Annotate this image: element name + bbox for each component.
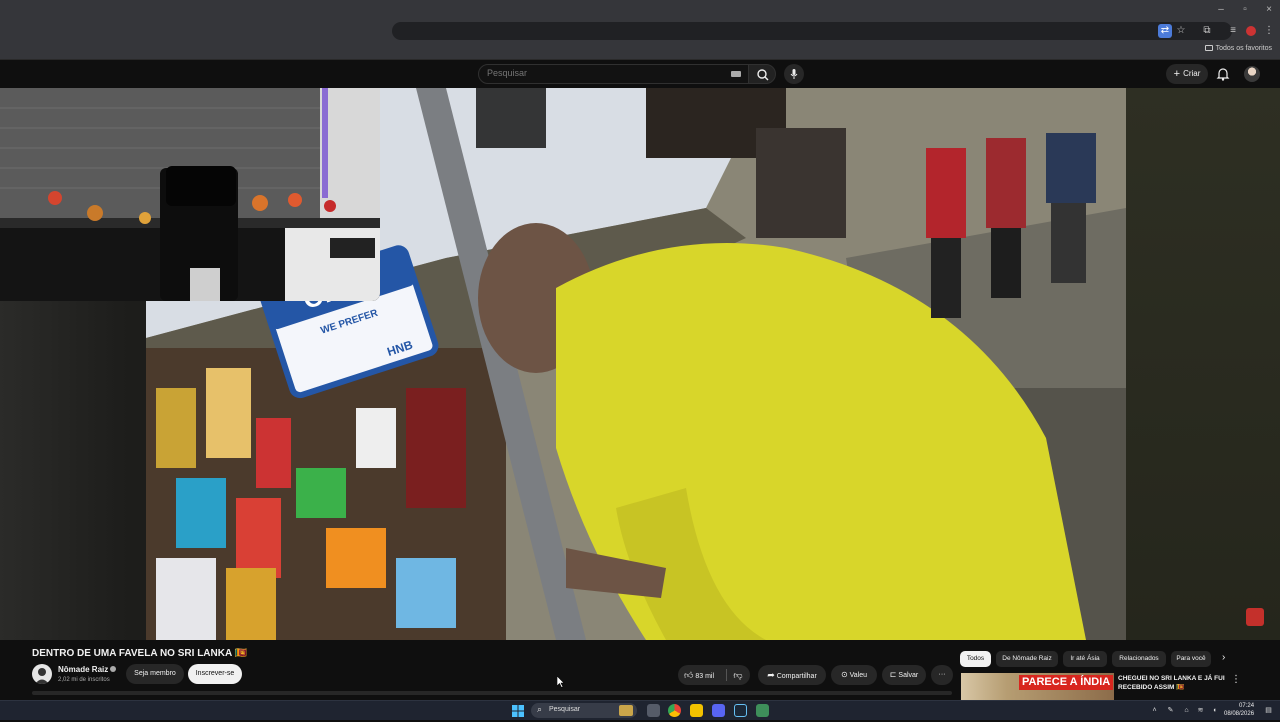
- related-video-thumbnail[interactable]: PARECE A ÍNDIA: [961, 673, 1114, 700]
- super-thanks-icon: ⊙: [840, 670, 848, 679]
- youtube-header: + Criar: [0, 60, 1280, 88]
- notification-center-icon[interactable]: ▤: [1264, 706, 1273, 715]
- webcam-scene: [0, 88, 380, 301]
- more-horizontal-icon: ···: [938, 671, 946, 678]
- all-bookmarks-link[interactable]: Todos os favoritos: [1204, 45, 1272, 52]
- taskbar-search[interactable]: ⌕ Pesquisar: [531, 703, 637, 718]
- discord-icon[interactable]: [712, 704, 725, 717]
- pen-icon[interactable]: ✎: [1166, 706, 1175, 715]
- youtube-watermark-icon: [1246, 608, 1264, 626]
- search-button[interactable]: [748, 64, 776, 84]
- extensions-icon[interactable]: ⧉: [1200, 24, 1214, 38]
- file-explorer-icon[interactable]: [690, 704, 703, 717]
- notifications-bell-icon[interactable]: [1216, 66, 1230, 82]
- browser-tab-strip: – ▫ ×: [0, 0, 1280, 20]
- video-title: DENTRO DE UMA FAVELA NO SRI LANKA 🇱🇰: [32, 648, 248, 659]
- chip-all[interactable]: Todos: [960, 651, 991, 667]
- cast-icon[interactable]: ≡: [1226, 24, 1240, 38]
- address-bar-row: ⇄ ☆ ⧉ ≡ ⋮: [0, 20, 1280, 42]
- browser-menu-icon[interactable]: ⋮: [1262, 24, 1276, 38]
- voice-search-button[interactable]: [784, 64, 804, 84]
- join-member-button[interactable]: Seja membro: [126, 664, 184, 684]
- microphone-icon: [790, 69, 798, 79]
- tray-chevron-icon[interactable]: ˄: [1150, 706, 1159, 715]
- page-scrollbar[interactable]: [32, 691, 952, 695]
- windows-logo-icon: [512, 705, 524, 717]
- create-button[interactable]: + Criar: [1166, 64, 1208, 84]
- video-player[interactable]: OPEN WE PREFER HNB: [0, 88, 1280, 640]
- account-avatar[interactable]: [1244, 66, 1260, 82]
- steam-icon[interactable]: [734, 704, 747, 717]
- chip-from-channel[interactable]: De Nômade Raiz: [996, 651, 1058, 667]
- thumbs-down-icon: 👎︎: [733, 670, 743, 680]
- chips-next-arrow-icon[interactable]: ›: [1222, 652, 1225, 663]
- related-video-title[interactable]: CHEGUEI NO SRI LANKA E JÁ FUI RECEBIDO A…: [1118, 674, 1230, 692]
- more-actions-button[interactable]: ···: [931, 665, 953, 685]
- subscriber-count: 2,02 mi de inscritos: [58, 677, 110, 683]
- chip-go-to-asia[interactable]: Ir até Ásia: [1063, 651, 1107, 667]
- volume-icon[interactable]: ◖: [1210, 706, 1219, 715]
- search-input[interactable]: [487, 68, 707, 78]
- network-icon[interactable]: ⌂: [1182, 706, 1191, 715]
- player-side-blur: [1126, 88, 1280, 640]
- related-more-icon[interactable]: ⋮: [1231, 674, 1241, 685]
- app-icon[interactable]: [756, 704, 769, 717]
- search-icon: [757, 69, 769, 81]
- thumbs-up-icon: 👍︎: [684, 670, 694, 680]
- omnibox[interactable]: [392, 22, 1232, 40]
- profile-icon[interactable]: [1244, 24, 1258, 38]
- bookmark-star-icon[interactable]: ☆: [1174, 24, 1188, 38]
- thumbnail-caption: PARECE A ÍNDIA: [1019, 675, 1114, 690]
- search-highlight-icon: [619, 705, 633, 716]
- maximize-icon[interactable]: ▫: [1238, 3, 1252, 17]
- start-button[interactable]: [512, 704, 524, 717]
- plus-icon: +: [1173, 68, 1184, 80]
- minimize-icon[interactable]: –: [1214, 3, 1228, 17]
- keyboard-icon[interactable]: [731, 71, 741, 77]
- channel-avatar[interactable]: [32, 664, 52, 684]
- save-playlist-icon: ⊏: [889, 670, 897, 679]
- share-icon: ➦: [767, 670, 775, 680]
- channel-avatar-image: [35, 668, 49, 684]
- subscribe-button[interactable]: Inscrever-se: [188, 664, 242, 684]
- chrome-icon[interactable]: [668, 704, 681, 717]
- mouse-cursor-icon: [557, 676, 565, 688]
- save-button[interactable]: ⊏ Salvar: [882, 665, 926, 685]
- like-dislike-group: 👍︎ 83 mil 👎︎: [678, 665, 750, 685]
- thanks-button[interactable]: ⊙ Valeu: [831, 665, 877, 685]
- system-clock[interactable]: 07:24 08/08/2026: [1224, 702, 1254, 718]
- folder-icon: [1204, 45, 1213, 52]
- bookmarks-bar: Todos os favoritos: [0, 42, 1280, 60]
- share-button[interactable]: ➦ Compartilhar: [758, 665, 826, 685]
- windows-taskbar: ⌕ Pesquisar ˄ ✎ ⌂ ≋ ◖ 07:24 08/08/2026 ▤: [0, 700, 1280, 720]
- chip-related[interactable]: Relacionados: [1112, 651, 1166, 667]
- webcam-overlay: [0, 88, 380, 301]
- dislike-button[interactable]: 👎︎: [730, 665, 746, 687]
- divider: [726, 669, 727, 681]
- task-view-icon[interactable]: [647, 704, 660, 717]
- wifi-icon[interactable]: ≋: [1196, 706, 1205, 715]
- recommendation-chips: Todos De Nômade Raiz Ir até Ásia Relacio…: [960, 651, 1240, 667]
- translate-icon[interactable]: ⇄: [1158, 24, 1172, 38]
- search-box: [478, 64, 750, 84]
- search-icon: ⌕: [537, 704, 543, 714]
- channel-name[interactable]: Nômade Raiz: [58, 665, 117, 674]
- close-window-icon[interactable]: ×: [1262, 3, 1276, 17]
- like-button[interactable]: 👍︎ 83 mil: [684, 665, 724, 687]
- chip-for-you[interactable]: Para você: [1171, 651, 1211, 667]
- verified-icon: [110, 666, 117, 672]
